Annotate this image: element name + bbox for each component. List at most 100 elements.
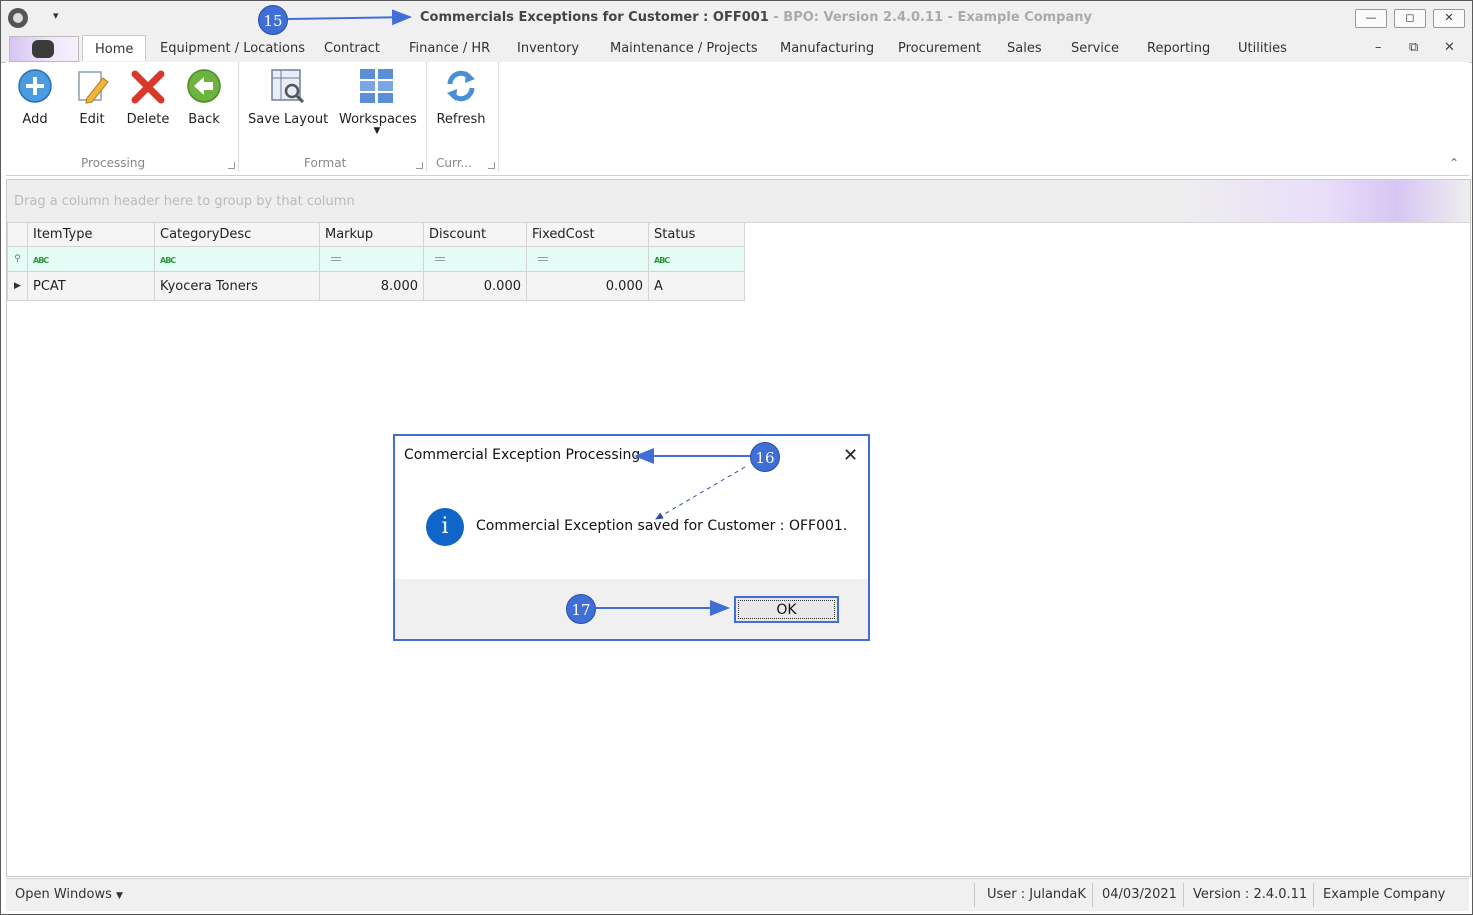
ribbon-tab-bar: Home Equipment / Locations Contract Fina… <box>1 35 1472 63</box>
status-version: Version : 2.4.0.11 <box>1193 887 1308 902</box>
column-header-categorydesc[interactable]: CategoryDesc <box>154 222 320 247</box>
status-company: Example Company <box>1323 887 1446 902</box>
mdi-minimize-icon[interactable]: – <box>1375 40 1382 55</box>
equals-filter-icon <box>435 257 445 261</box>
dialog-title: Commercial Exception Processing <box>404 447 641 463</box>
window-title-sub: - BPO: Version 2.4.0.11 - Example Compan… <box>768 10 1092 25</box>
save-layout-icon <box>268 66 306 106</box>
tab-finance-hr[interactable]: Finance / HR <box>409 41 490 56</box>
column-header-fixedcost[interactable]: FixedCost <box>526 222 649 247</box>
format-launcher-icon[interactable] <box>416 162 423 169</box>
cell-discount[interactable]: 0.000 <box>423 271 527 301</box>
cell-fixedcost[interactable]: 0.000 <box>526 271 649 301</box>
back-arrow-icon <box>185 66 223 106</box>
header-indicator-cell <box>7 222 28 247</box>
open-windows-menu[interactable]: Open Windows ▼ <box>15 887 123 902</box>
refresh-icon <box>442 66 480 106</box>
group-by-panel[interactable]: Drag a column header here to group by th… <box>7 180 1470 223</box>
filter-cell-itemtype[interactable]: ABC <box>27 246 155 272</box>
tab-reporting[interactable]: Reporting <box>1147 41 1210 56</box>
tab-utilities[interactable]: Utilities <box>1238 41 1287 56</box>
edit-icon <box>73 66 111 106</box>
column-header-discount[interactable]: Discount <box>423 222 527 247</box>
callout-badge: 15 <box>258 5 288 35</box>
add-icon <box>16 66 54 106</box>
filter-pin-icon: ⚲ <box>7 246 28 272</box>
save-layout-label: Save Layout <box>248 112 329 127</box>
tab-equipment-locations[interactable]: Equipment / Locations <box>160 41 305 56</box>
close-window-button[interactable]: ✕ <box>1433 9 1465 28</box>
window-title-main: Commercials Exceptions for Customer : OF… <box>420 10 769 25</box>
status-separator <box>974 883 975 907</box>
dialog-message: Commercial Exception saved for Customer … <box>476 518 848 534</box>
minimize-button[interactable]: — <box>1355 9 1387 28</box>
group-label-curr: Curr... <box>436 156 472 170</box>
add-button[interactable]: Add <box>14 66 56 127</box>
filter-cell-categorydesc[interactable]: ABC <box>154 246 320 272</box>
tab-procurement[interactable]: Procurement <box>898 41 981 56</box>
back-button[interactable]: Back <box>184 66 224 127</box>
tab-sales[interactable]: Sales <box>1007 41 1042 56</box>
tab-maintenance-projects[interactable]: Maintenance / Projects <box>610 41 758 56</box>
cell-categorydesc[interactable]: Kyocera Toners <box>154 271 320 301</box>
collapse-ribbon-icon[interactable]: ⌃ <box>1449 156 1459 170</box>
equals-filter-icon <box>538 257 548 261</box>
abc-filter-icon: ABC <box>654 255 670 265</box>
callout-badge: 16 <box>750 442 780 472</box>
data-grid: ItemType CategoryDesc Markup Discount Fi… <box>7 222 745 301</box>
column-header-markup[interactable]: Markup <box>319 222 424 247</box>
ok-button[interactable]: OK <box>734 596 839 623</box>
mdi-restore-icon[interactable]: ⧉ <box>1409 40 1418 55</box>
dialog-footer: OK <box>395 579 868 639</box>
tab-inventory[interactable]: Inventory <box>517 41 579 56</box>
cell-markup[interactable]: 8.000 <box>319 271 424 301</box>
group-label-format: Format <box>304 156 347 170</box>
delete-button[interactable]: Delete <box>125 66 171 127</box>
filter-cell-fixedcost[interactable] <box>526 246 649 272</box>
status-separator <box>1183 883 1184 907</box>
cell-itemtype[interactable]: PCAT <box>27 271 155 301</box>
column-header-itemtype[interactable]: ItemType <box>27 222 155 247</box>
filter-cell-discount[interactable] <box>423 246 527 272</box>
group-by-hint: Drag a column header here to group by th… <box>14 194 355 209</box>
cell-status[interactable]: A <box>648 271 745 301</box>
tab-manufacturing[interactable]: Manufacturing <box>780 41 874 56</box>
table-row[interactable]: ▶ PCAT Kyocera Toners 8.000 0.000 0.000 … <box>7 271 745 301</box>
workspaces-label: Workspaces <box>339 112 417 127</box>
status-separator <box>1313 883 1314 907</box>
quick-access-dropdown-icon[interactable]: ▾ <box>53 9 59 22</box>
group-label-processing: Processing <box>81 156 146 170</box>
filter-cell-status[interactable]: ABC <box>648 246 745 272</box>
tab-service[interactable]: Service <box>1071 41 1119 56</box>
refresh-button[interactable]: Refresh <box>436 66 486 127</box>
app-menu-button[interactable] <box>9 36 79 62</box>
status-user: User : JulandaK <box>987 887 1086 902</box>
edit-label: Edit <box>79 112 105 127</box>
workspaces-button[interactable]: Workspaces ▼ <box>339 66 417 136</box>
delete-icon <box>129 66 167 106</box>
column-header-status[interactable]: Status <box>648 222 745 247</box>
curr-launcher-icon[interactable] <box>488 162 495 169</box>
refresh-label: Refresh <box>436 112 486 127</box>
delete-label: Delete <box>126 112 170 127</box>
tab-home[interactable]: Home <box>82 35 147 61</box>
equals-filter-icon <box>331 257 341 261</box>
info-icon: i <box>426 508 464 546</box>
tab-contract[interactable]: Contract <box>324 41 380 56</box>
group-separator <box>426 62 427 172</box>
save-layout-button[interactable]: Save Layout <box>248 66 329 127</box>
back-label: Back <box>188 112 220 127</box>
processing-launcher-icon[interactable] <box>228 162 235 169</box>
abc-filter-icon: ABC <box>33 255 49 265</box>
filter-cell-markup[interactable] <box>319 246 424 272</box>
workspaces-icon <box>358 66 396 106</box>
title-bar: ▾ Commercials Exceptions for Customer : … <box>1 1 1472 35</box>
edit-button[interactable]: Edit <box>72 66 112 127</box>
maximize-button[interactable]: ◻ <box>1394 9 1426 28</box>
dialog-close-button[interactable]: ✕ <box>843 445 858 466</box>
mdi-close-icon[interactable]: ✕ <box>1444 40 1455 55</box>
ribbon-panel: Add Edit Delete Back Processing Save Lay… <box>6 62 1469 176</box>
status-separator <box>1092 883 1093 907</box>
app-logo-icon[interactable] <box>8 8 28 28</box>
group-separator <box>238 62 239 172</box>
